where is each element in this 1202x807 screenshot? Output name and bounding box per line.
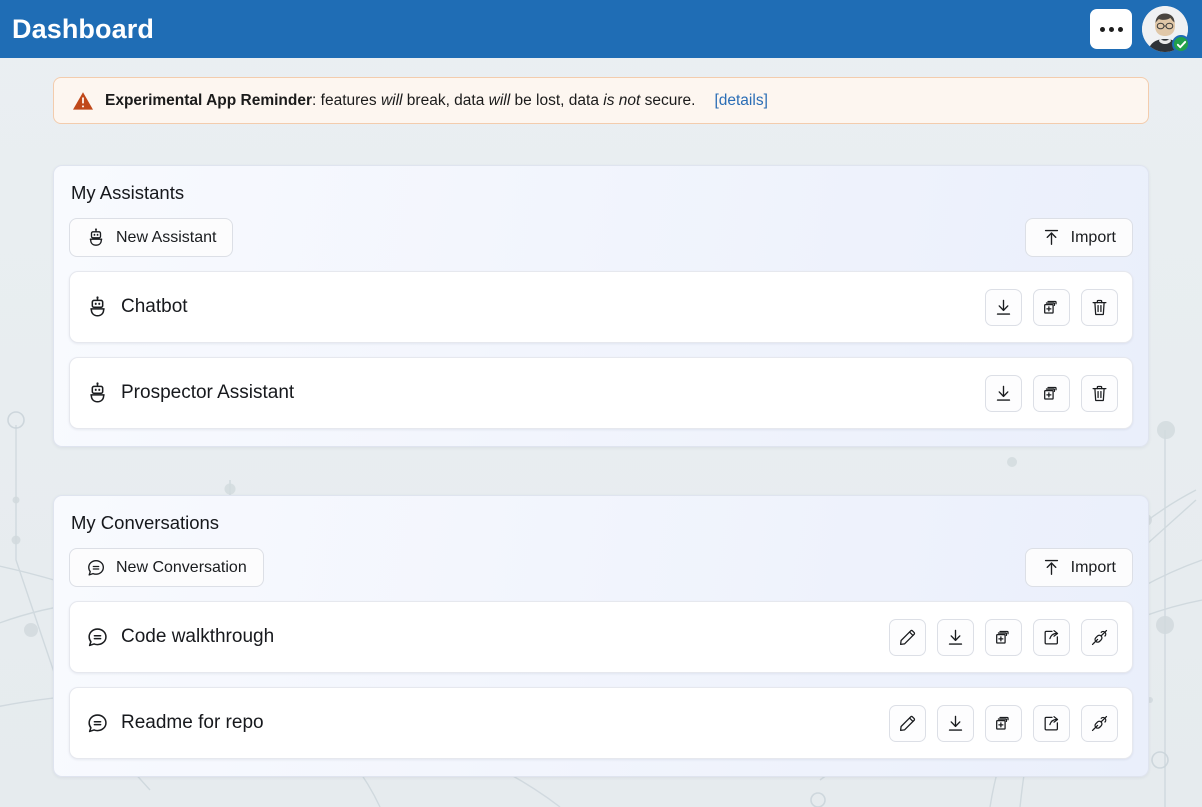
banner-details-link[interactable]: [details]: [714, 92, 767, 110]
share-icon: [1044, 629, 1059, 644]
conversations-toolbar: New Conversation Import: [69, 548, 1133, 587]
upload-arrow-icon: [1044, 559, 1058, 575]
page-content: Experimental App Reminder: features will…: [0, 77, 1202, 777]
edit-button[interactable]: [889, 618, 926, 656]
chat-bubble-icon: [86, 712, 109, 735]
duplicate-button[interactable]: [985, 704, 1022, 742]
duplicate-plus-icon: [1044, 300, 1057, 314]
banner-em3: is not: [603, 91, 641, 109]
duplicate-plus-icon: [996, 630, 1009, 644]
download-icon: [948, 629, 963, 645]
upload-arrow-icon: [1044, 229, 1058, 245]
import-assistants-button[interactable]: Import: [1024, 218, 1133, 257]
row-actions: [889, 704, 1118, 742]
card-title-conversations: My Conversations: [71, 512, 220, 533]
warning-triangle-icon: [73, 91, 93, 110]
new-assistant-label: New Assistant: [116, 228, 217, 246]
card-title-assistants: My Assistants: [71, 182, 185, 203]
assistants-toolbar: New Assistant Import: [69, 218, 1133, 257]
download-icon: [996, 299, 1011, 315]
table-row[interactable]: Readme for repo: [69, 687, 1133, 759]
connect-button[interactable]: [1081, 618, 1118, 656]
conversation-name: Code walkthrough: [121, 626, 275, 647]
download-icon: [996, 385, 1011, 401]
assistant-name: Prospector Assistant: [121, 382, 295, 403]
banner-em2: will: [488, 91, 511, 109]
robot-icon: [86, 295, 109, 319]
app-header: Dashboard: [0, 0, 1202, 58]
table-row[interactable]: Prospector Assistant: [69, 357, 1133, 429]
table-row[interactable]: Code walkthrough: [69, 601, 1133, 673]
connect-button[interactable]: [1081, 704, 1118, 742]
pencil-icon: [899, 715, 916, 731]
share-button[interactable]: [1033, 704, 1070, 742]
import-conversations-button[interactable]: Import: [1024, 548, 1133, 587]
import-assistants-label: Import: [1070, 228, 1116, 246]
trash-icon: [1092, 299, 1107, 315]
chat-bubble-icon: [88, 559, 105, 576]
verified-check-badge-icon: [1172, 35, 1190, 53]
row-actions: [985, 288, 1118, 326]
duplicate-button[interactable]: [985, 618, 1022, 656]
card-my-conversations: My Conversations New Conversation Import…: [53, 495, 1149, 777]
dot-icon: [1108, 26, 1114, 32]
robot-icon: [89, 227, 103, 246]
overflow-menu-button[interactable]: [1090, 9, 1132, 49]
plug-connect-icon: [1091, 715, 1108, 731]
robot-icon: [86, 381, 109, 405]
trash-icon: [1092, 385, 1107, 401]
download-icon: [948, 715, 963, 731]
banner-message: Experimental App Reminder: features will…: [105, 92, 695, 110]
avatar[interactable]: [1142, 6, 1190, 53]
conversation-name: Readme for repo: [121, 712, 264, 733]
download-button[interactable]: [985, 374, 1022, 412]
import-conversations-label: Import: [1070, 558, 1116, 576]
card-my-assistants: My Assistants New Assistant Import Chatb…: [53, 165, 1149, 447]
table-row[interactable]: Chatbot: [69, 271, 1133, 343]
banner-seg3: be lost, data: [510, 91, 604, 109]
duplicate-button[interactable]: [1033, 288, 1070, 326]
download-button[interactable]: [937, 704, 974, 742]
banner-em1: will: [380, 91, 403, 109]
edit-button[interactable]: [889, 704, 926, 742]
plug-connect-icon: [1091, 629, 1108, 645]
dot-icon: [1099, 26, 1105, 32]
page-title: Dashboard: [12, 13, 154, 44]
experimental-warning-banner: Experimental App Reminder: features will…: [53, 77, 1149, 124]
dot-icon: [1117, 26, 1123, 32]
header-actions: [1090, 6, 1190, 53]
pencil-icon: [899, 629, 916, 645]
delete-button[interactable]: [1081, 288, 1118, 326]
duplicate-button[interactable]: [1033, 374, 1070, 412]
delete-button[interactable]: [1081, 374, 1118, 412]
new-conversation-button[interactable]: New Conversation: [69, 548, 264, 587]
new-assistant-button[interactable]: New Assistant: [69, 218, 234, 257]
new-conversation-label: New Conversation: [116, 558, 247, 576]
share-button[interactable]: [1033, 618, 1070, 656]
banner-seg1: features: [320, 91, 381, 109]
row-actions: [889, 618, 1118, 656]
download-button[interactable]: [985, 288, 1022, 326]
assistant-name: Chatbot: [121, 296, 188, 317]
banner-seg4: secure.: [640, 91, 696, 109]
chat-bubble-icon: [86, 626, 109, 649]
duplicate-plus-icon: [996, 716, 1009, 730]
share-icon: [1044, 715, 1059, 730]
download-button[interactable]: [937, 618, 974, 656]
banner-title: Experimental App Reminder: [105, 91, 313, 109]
row-actions: [985, 374, 1118, 412]
duplicate-plus-icon: [1044, 386, 1057, 400]
banner-seg2: break, data: [402, 91, 489, 109]
banner-separator: :: [312, 91, 321, 109]
